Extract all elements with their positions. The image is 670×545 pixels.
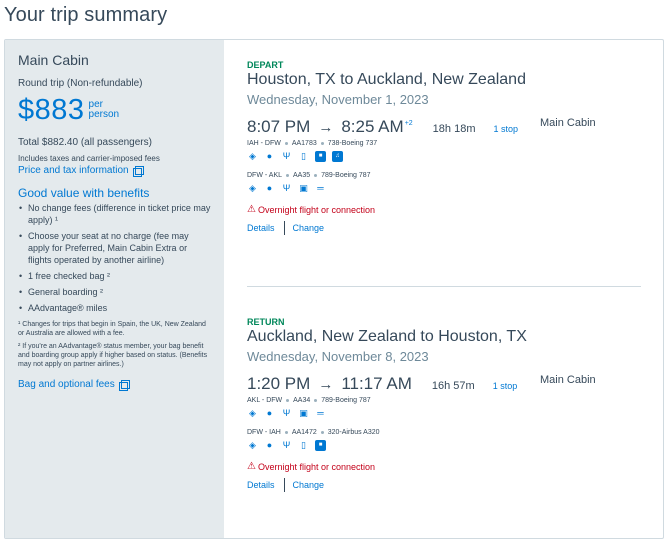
page-title: Your trip summary — [4, 4, 168, 26]
duration: 16h 57m — [431, 380, 475, 392]
wifi-icon: ◈ — [249, 440, 256, 450]
times-row: 8:07 PM → 8:25 AM+2 18h 18m 1 stop Main … — [247, 117, 641, 139]
stops-link[interactable]: 1 stop — [493, 381, 518, 391]
footnote-1: ¹ Changes for trips that begin in Spain,… — [18, 321, 206, 337]
price-tax-link[interactable]: Price and tax information — [18, 165, 212, 177]
change-link[interactable]: Change — [293, 223, 325, 233]
wifi-icon: ◈ — [249, 183, 256, 193]
list-item: AAdvantage® miles — [18, 302, 212, 314]
plus-day-badge: +2 — [404, 120, 413, 128]
amenities-row: ◈ ● Ψ ▯ ■ — [247, 440, 641, 451]
phone-icon: ▯ — [301, 440, 306, 450]
trip-type: Round trip (Non-refundable) — [18, 78, 143, 89]
leg-label: DEPART — [247, 60, 284, 70]
segment-info: DFW - AKL AA35 789-Boeing 787 — [247, 172, 371, 179]
leg-route: Houston, TX to Auckland, New Zealand — [247, 71, 526, 88]
price-row: $883 per person — [18, 95, 212, 127]
divider — [283, 478, 285, 492]
usb-icon: Ψ — [282, 408, 291, 418]
benefits-list: No change fees (difference in ticket pri… — [18, 202, 212, 314]
fare-sidebar: Main Cabin Round trip (Non-refundable) $… — [5, 40, 224, 538]
flatbed-icon: ═ — [317, 408, 324, 418]
footnote-2: ² If you're an AAdvantage® status member… — [18, 343, 208, 368]
leg-date: Wednesday, November 8, 2023 — [247, 349, 429, 364]
change-link[interactable]: Change — [293, 480, 325, 490]
warning-icon: ⚠ — [247, 461, 256, 472]
trip-summary-card: Main Cabin Round trip (Non-refundable) $… — [4, 39, 664, 539]
leg-actions: Details Change — [247, 478, 641, 492]
list-item: 1 free checked bag ² — [18, 270, 212, 282]
wifi-icon: ◈ — [249, 151, 256, 161]
arrive-time: 11:17 AM — [341, 374, 412, 393]
list-item: Choose your seat at no charge (fee may a… — [18, 230, 212, 266]
overnight-warning: ⚠ Overnight flight or connection — [247, 204, 376, 215]
price-amount: $883 — [18, 94, 85, 126]
power-icon: ● — [266, 408, 273, 418]
amenities-row: ◈ ● Ψ ▣ ═ — [247, 408, 641, 419]
usb-icon: Ψ — [282, 151, 291, 161]
bag-fees-link-label: Bag and optional fees — [18, 379, 115, 390]
depart-time: 8:07 PM — [247, 117, 311, 136]
warning-icon: ⚠ — [247, 204, 256, 215]
flatbed-icon: ═ — [317, 183, 324, 193]
leg-actions: Details Change — [247, 221, 641, 235]
external-window-icon — [118, 379, 130, 391]
leg-label: RETURN — [247, 317, 285, 327]
details-link[interactable]: Details — [247, 480, 275, 490]
amenities-row: ◈ ● Ψ ▯ ■ ♫ — [247, 151, 641, 162]
power-icon: ● — [266, 440, 273, 450]
arrow-right-icon: → — [318, 376, 334, 393]
overnight-warning: ⚠ Overnight flight or connection — [247, 461, 376, 472]
meal-icon: ▣ — [299, 408, 308, 418]
includes-note: Includes taxes and carrier-imposed fees — [18, 154, 160, 163]
duration: 18h 18m — [432, 123, 476, 135]
times-row: 1:20 PM → 11:17 AM 16h 57m 1 stop Main C… — [247, 374, 641, 396]
depart-leg: DEPART Houston, TX to Auckland, New Zeal… — [247, 60, 641, 235]
power-icon: ● — [266, 151, 273, 161]
leg-divider — [247, 286, 641, 287]
phone-icon: ▯ — [301, 151, 306, 161]
divider — [283, 221, 285, 235]
segment-info: IAH - DFW AA1783 738-Boeing 737 — [247, 140, 378, 147]
tv-icon: ■ — [315, 151, 326, 162]
bag-fees-link[interactable]: Bag and optional fees — [18, 379, 212, 391]
price-tax-link-label: Price and tax information — [18, 165, 129, 176]
external-window-icon — [132, 165, 144, 177]
total-price: Total $882.40 (all passengers) — [18, 137, 152, 148]
leg-date: Wednesday, November 1, 2023 — [247, 92, 429, 107]
cabin-class: Main Cabin — [540, 117, 596, 129]
amenities-row: ◈ ● Ψ ▣ ═ — [247, 183, 641, 194]
benefits-title: Good value with benefits — [18, 186, 150, 200]
power-icon: ● — [266, 183, 273, 193]
music-icon: ♫ — [332, 151, 343, 162]
leg-route: Auckland, New Zealand to Houston, TX — [247, 328, 527, 345]
arrow-right-icon: → — [318, 119, 334, 136]
usb-icon: Ψ — [282, 183, 291, 193]
segment-info: AKL - DFW AA34 789-Boeing 787 — [247, 397, 371, 404]
itinerary-panel: DEPART Houston, TX to Auckland, New Zeal… — [224, 40, 663, 538]
cabin-title: Main Cabin — [18, 52, 89, 68]
stops-link[interactable]: 1 stop — [493, 124, 518, 134]
per-person-label: per person — [88, 99, 120, 120]
depart-time: 1:20 PM — [247, 374, 311, 393]
list-item: No change fees (difference in ticket pri… — [18, 202, 212, 226]
meal-icon: ▣ — [299, 183, 308, 193]
wifi-icon: ◈ — [249, 408, 256, 418]
cabin-class: Main Cabin — [540, 374, 596, 386]
usb-icon: Ψ — [282, 440, 291, 450]
return-leg: RETURN Auckland, New Zealand to Houston,… — [247, 317, 641, 492]
list-item: General boarding ² — [18, 286, 212, 298]
segment-info: DFW - IAH AA1472 320-Airbus A320 — [247, 429, 380, 436]
arrive-time: 8:25 AM+2 — [341, 117, 413, 136]
tv-icon: ■ — [315, 440, 326, 451]
details-link[interactable]: Details — [247, 223, 275, 233]
